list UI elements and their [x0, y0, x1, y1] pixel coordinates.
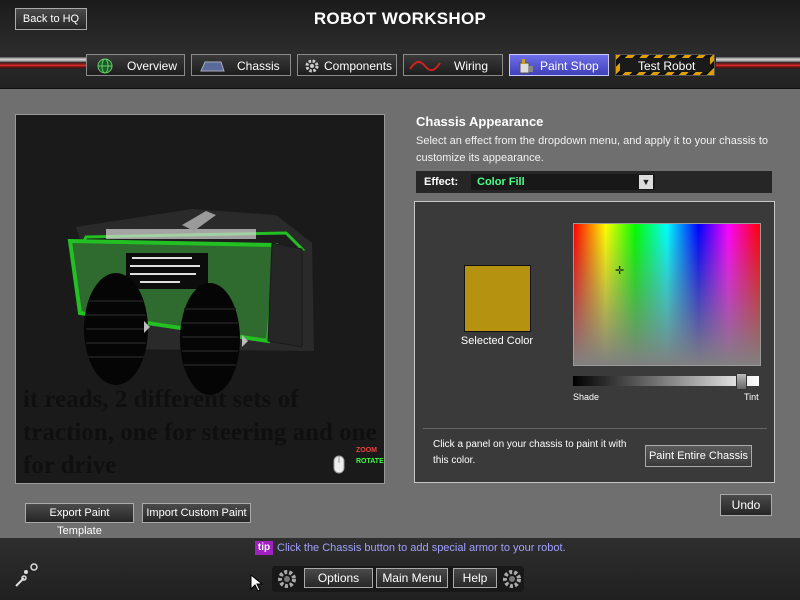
page-title: ROBOT WORKSHOP — [313, 9, 487, 28]
mouse-cursor-icon — [250, 574, 264, 592]
tab-wiring[interactable]: Wiring — [403, 54, 503, 76]
effect-row: Effect: Color Fill ▼ — [416, 171, 772, 193]
color-spectrum-picker[interactable]: ✛ — [573, 223, 761, 366]
shade-label: Shade — [573, 392, 600, 402]
import-custom-paint-button[interactable]: Import Custom Paint — [142, 503, 251, 523]
effect-dropdown[interactable]: Color Fill ▼ — [471, 174, 655, 190]
top-bar: Back to HQ ROBOT WORKSHOP Overview Chass… — [0, 0, 800, 89]
tab-test-robot[interactable]: Test Robot — [615, 54, 715, 76]
paint-help-text: Click a panel on your chassis to paint i… — [433, 439, 627, 466]
shade-tint-slider-handle[interactable] — [736, 373, 748, 390]
selected-color-swatch — [464, 265, 531, 332]
effect-dropdown-value: Color Fill — [477, 176, 525, 188]
menu-strip: Options Main Menu Help — [272, 566, 524, 592]
shade-tint-slider[interactable] — [573, 373, 759, 390]
globe-icon — [97, 58, 113, 74]
chassis-appearance-description: Select an effect from the dropdown menu,… — [416, 135, 768, 164]
tab-paint-shop-label: Paint Shop — [540, 59, 599, 73]
gear-icon — [278, 570, 296, 588]
gear-icon — [305, 59, 319, 73]
main-menu-button[interactable]: Main Menu — [376, 568, 448, 588]
tip-text: Click the Chassis button to add special … — [277, 542, 566, 554]
tab-components[interactable]: Components — [297, 54, 397, 76]
wire-icon — [409, 60, 441, 72]
tab-wiring-label: Wiring — [454, 59, 489, 73]
wire-decoration-right — [716, 57, 800, 62]
tab-components-label: Components — [324, 59, 393, 73]
gear-icon — [503, 570, 521, 588]
bottom-bar: tip Click the Chassis button to add spec… — [0, 538, 800, 600]
cable-decoration-right — [716, 62, 800, 69]
tab-overview[interactable]: Overview — [86, 54, 185, 76]
game-logo-icon — [15, 563, 38, 587]
cable-decoration-left — [0, 62, 86, 69]
robot-preview-viewport[interactable]: it reads, 2 different sets of traction, … — [15, 114, 385, 484]
tint-label: Tint — [744, 392, 759, 402]
mouse-icon — [333, 455, 345, 474]
robot-annotation-text: it reads, 2 different sets of traction, … — [23, 386, 377, 479]
chassis-appearance-heading: Chassis Appearance — [416, 114, 544, 129]
paint-bucket-icon — [519, 59, 533, 74]
color-fill-panel: Selected Color ✛ Shade Tint Click a pane… — [414, 201, 775, 483]
tab-chassis[interactable]: Chassis — [191, 54, 291, 76]
export-paint-template-button[interactable]: Export Paint Template — [25, 503, 134, 537]
tab-paint-shop[interactable]: Paint Shop — [509, 54, 609, 76]
selected-color-label: Selected Color — [460, 335, 534, 347]
options-button[interactable]: Options — [304, 568, 373, 588]
panel-divider — [423, 428, 767, 429]
help-button[interactable]: Help — [453, 568, 497, 588]
tab-chassis-label: Chassis — [237, 59, 280, 73]
paint-entire-chassis-button[interactable]: Paint Entire Chassis — [645, 445, 752, 467]
tip-badge: tip — [255, 541, 273, 555]
chassis-icon — [200, 61, 225, 72]
rotate-hint: ROTATE — [356, 458, 384, 465]
dropdown-arrow-icon[interactable]: ▼ — [639, 175, 653, 189]
tab-test-robot-label: Test Robot — [638, 59, 696, 73]
crosshair-icon: ✛ — [615, 265, 625, 277]
effect-label: Effect: — [424, 176, 459, 188]
undo-button[interactable]: Undo — [720, 494, 772, 516]
tab-overview-label: Overview — [127, 59, 178, 73]
zoom-hint: ZOOM — [356, 447, 377, 454]
wire-decoration-left — [0, 57, 86, 62]
